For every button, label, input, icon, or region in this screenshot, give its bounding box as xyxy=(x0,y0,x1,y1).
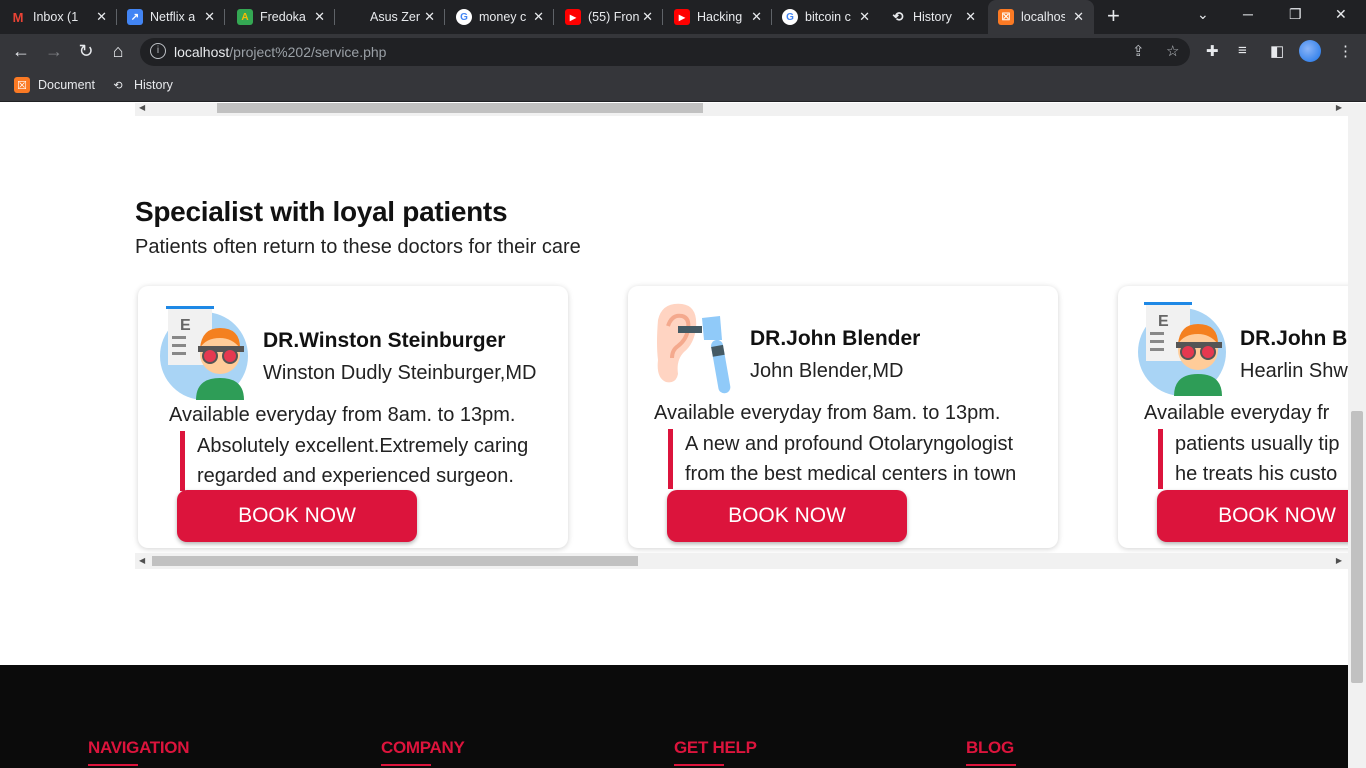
scroll-left-arrow-icon[interactable]: ◀ xyxy=(139,556,145,565)
footer-heading-get-help: GET HELP xyxy=(674,738,757,757)
close-tab-icon[interactable]: ✕ xyxy=(751,9,762,25)
testimonial-quote: A new and profound Otolaryngologist from… xyxy=(668,429,1016,489)
browser-toolbar: ← → ↻ ⌂ i localhost/project%202/service.… xyxy=(0,34,1366,70)
back-arrow-icon[interactable]: ← xyxy=(9,40,33,62)
ophthalmologist-avatar-icon: E xyxy=(160,306,248,400)
section-subtitle: Patients often return to these doctors f… xyxy=(135,236,581,258)
blank-page-icon xyxy=(347,9,363,25)
browser-tab-strip: M Inbox (1 ✕ ↗ Netflix a ✕ A Fredoka ✕ A… xyxy=(0,0,1366,34)
doctor-name: DR.John Blender xyxy=(750,327,921,350)
close-tab-icon[interactable]: ✕ xyxy=(1073,9,1084,25)
close-tab-icon[interactable]: ✕ xyxy=(204,9,215,25)
scrollbar-thumb[interactable] xyxy=(152,556,638,566)
history-icon: ⟲ xyxy=(892,9,904,24)
ophthalmologist-avatar-icon: E xyxy=(1138,302,1226,396)
bookmark-star-icon[interactable]: ☆ xyxy=(1166,42,1179,60)
doctor-full-name: Hearlin Shw xyxy=(1240,360,1348,382)
doctor-full-name: John Blender,MD xyxy=(750,360,904,382)
doctor-full-name: Winston Dudly Steinburger,MD xyxy=(263,362,537,384)
cards-horizontal-scrollbar[interactable]: ◀ ▶ xyxy=(135,553,1348,569)
gmail-icon: M xyxy=(12,9,24,25)
availability-text: Available everyday fr xyxy=(1144,402,1330,424)
scrollbar-thumb[interactable] xyxy=(217,103,703,113)
side-panel-icon[interactable]: ◧ xyxy=(1270,42,1284,60)
bookmarks-bar: ☒ Document ⟲ History xyxy=(0,70,1366,102)
youtube-icon: ▶ xyxy=(565,9,581,25)
tab-money[interactable]: G money c ✕ xyxy=(456,0,554,34)
close-tab-icon[interactable]: ✕ xyxy=(533,9,544,25)
fonts-icon: A xyxy=(237,9,253,25)
reload-icon[interactable]: ↻ xyxy=(74,40,98,62)
footer-heading-navigation: NAVIGATION xyxy=(88,738,190,757)
bookmark-history[interactable]: ⟲ History xyxy=(110,77,173,93)
footer-heading-company: COMPANY xyxy=(381,738,465,757)
close-tab-icon[interactable]: ✕ xyxy=(859,9,870,25)
minimize-window-icon[interactable]: ─ xyxy=(1243,6,1253,22)
address-bar[interactable]: i localhost/project%202/service.php ⇪ ☆ xyxy=(140,38,1190,66)
section-title: Specialist with loyal patients xyxy=(135,196,508,227)
doctor-card: E DR.Winston Steinburger Winston Dudly S… xyxy=(138,286,568,548)
tab-fredoka[interactable]: A Fredoka ✕ xyxy=(237,0,335,34)
book-now-button[interactable]: BOOK NOW xyxy=(1157,490,1348,542)
tab-bitcoin[interactable]: G bitcoin c ✕ xyxy=(782,0,880,34)
youtube-icon: ▶ xyxy=(674,9,690,25)
book-now-button[interactable]: BOOK NOW xyxy=(177,490,417,542)
doctor-name: DR.John Bl xyxy=(1240,327,1348,350)
bookmark-document[interactable]: ☒ Document xyxy=(14,77,95,93)
history-icon: ⟲ xyxy=(113,79,123,92)
doctor-name: DR.Winston Steinburger xyxy=(263,329,506,352)
scroll-left-arrow-icon[interactable]: ◀ xyxy=(139,103,145,112)
svg-text:E: E xyxy=(180,317,191,334)
book-now-button[interactable]: BOOK NOW xyxy=(667,490,907,542)
tab-youtube-hacking[interactable]: ▶ Hacking ✕ xyxy=(674,0,772,34)
chart-app-icon: ↗ xyxy=(127,9,143,25)
doctor-card: E DR.John Bl Hearlin Shw Available every… xyxy=(1118,286,1348,548)
tab-localhost[interactable]: ☒ localhost ✕ xyxy=(988,0,1094,34)
extensions-icon[interactable]: ✚ xyxy=(1206,42,1219,60)
xampp-icon: ☒ xyxy=(14,77,30,93)
tab-netflix[interactable]: ↗ Netflix a ✕ xyxy=(127,0,225,34)
url-text[interactable]: localhost/project%202/service.php xyxy=(174,44,386,60)
otoscope-ear-icon xyxy=(657,303,731,394)
availability-text: Available everyday from 8am. to 13pm. xyxy=(169,404,516,426)
xampp-icon: ☒ xyxy=(998,9,1014,25)
forward-arrow-icon[interactable]: → xyxy=(42,40,66,62)
profile-avatar[interactable] xyxy=(1299,40,1321,62)
close-tab-icon[interactable]: ✕ xyxy=(314,9,325,25)
share-icon[interactable]: ⇪ xyxy=(1132,42,1145,60)
footer-heading-blog: BLOG xyxy=(966,738,1014,757)
close-window-icon[interactable]: ✕ xyxy=(1335,6,1347,23)
tab-search-chevron-icon[interactable]: ⌄ xyxy=(1197,6,1209,23)
site-footer: NAVIGATION COMPANY GET HELP BLOG xyxy=(0,665,1348,768)
media-queue-icon[interactable]: ≡ xyxy=(1238,42,1247,59)
doctor-card: DR.John Blender John Blender,MD Availabl… xyxy=(628,286,1058,548)
close-tab-icon[interactable]: ✕ xyxy=(965,9,976,25)
close-tab-icon[interactable]: ✕ xyxy=(96,9,107,25)
availability-text: Available everyday from 8am. to 13pm. xyxy=(654,402,1001,424)
google-icon: G xyxy=(782,9,798,25)
scroll-right-arrow-icon[interactable]: ▶ xyxy=(1336,556,1342,565)
testimonial-quote: patients usually tip he treats his custo xyxy=(1158,429,1340,489)
vertical-scrollbar-thumb[interactable] xyxy=(1351,411,1363,683)
svg-text:E: E xyxy=(1158,313,1169,330)
page-viewport: ◀ ▶ Specialist with loyal patients Patie… xyxy=(0,103,1348,768)
menu-kebab-icon[interactable]: ⋮ xyxy=(1338,42,1353,60)
tab-inbox[interactable]: M Inbox (1 ✕ xyxy=(10,0,117,34)
scroll-right-arrow-icon[interactable]: ▶ xyxy=(1336,103,1342,112)
google-icon: G xyxy=(456,9,472,25)
new-tab-button[interactable]: + xyxy=(1107,5,1120,27)
restore-window-icon[interactable]: ❐ xyxy=(1289,6,1302,23)
tab-youtube-fron[interactable]: ▶ (55) Fron ✕ xyxy=(565,0,663,34)
close-tab-icon[interactable]: ✕ xyxy=(424,9,435,25)
testimonial-quote: Absolutely excellent.Extremely caring re… xyxy=(180,431,528,491)
tab-asus[interactable]: Asus Zer ✕ xyxy=(347,0,445,34)
tab-history[interactable]: ⟲ History ✕ xyxy=(890,0,986,34)
home-icon[interactable]: ⌂ xyxy=(106,40,130,62)
close-tab-icon[interactable]: ✕ xyxy=(642,9,653,25)
horizontal-scrollbar-top[interactable]: ◀ ▶ xyxy=(135,103,1348,116)
site-info-icon[interactable]: i xyxy=(150,43,166,59)
